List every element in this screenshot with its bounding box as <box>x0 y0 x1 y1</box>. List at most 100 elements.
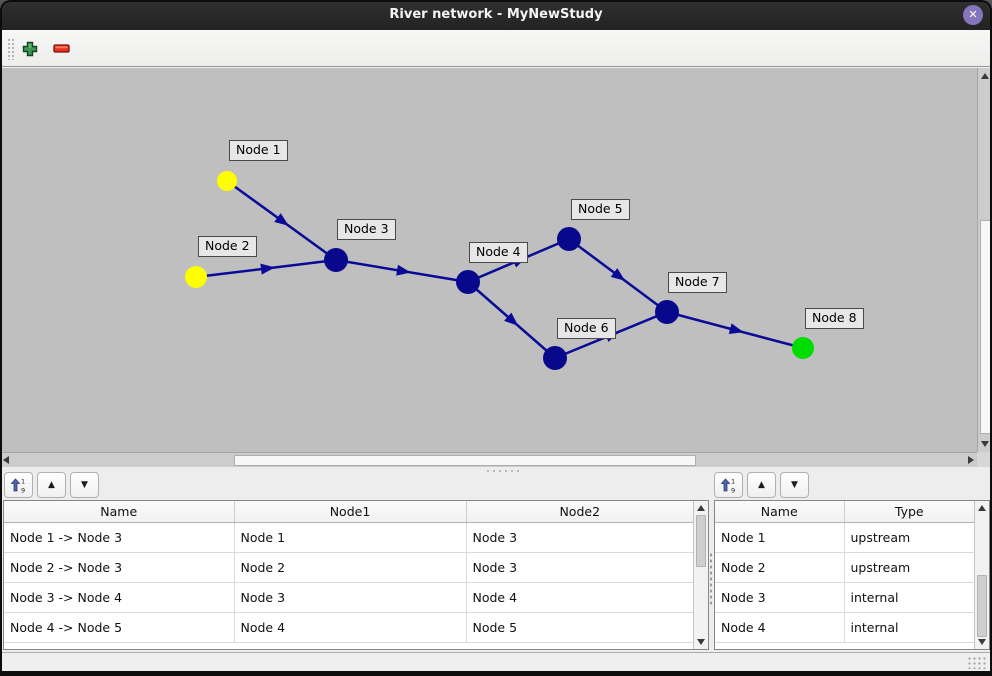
column-header-name[interactable]: Name <box>4 501 234 522</box>
table-cell[interactable]: Node 4 -> Node 5 <box>4 612 234 642</box>
svg-text:1: 1 <box>731 477 735 485</box>
table-cell[interactable]: Node 4 <box>715 612 844 642</box>
table-cell[interactable]: Node 4 <box>234 612 466 642</box>
table-row[interactable]: Node 1upstream <box>715 522 974 552</box>
table-cell[interactable]: Node 1 <box>715 522 844 552</box>
close-button[interactable]: ✕ <box>963 5 983 25</box>
resize-grip[interactable] <box>967 656 987 669</box>
nodes-sort-button[interactable]: 1 9 <box>714 472 743 498</box>
canvas-horizontal-scrollbar[interactable] <box>0 452 977 467</box>
table-controls-panel: 1 9 ▲ ▼ 1 9 ▲ ▼ <box>0 467 992 500</box>
graph-node[interactable] <box>217 171 237 191</box>
table-row[interactable]: Node 2upstream <box>715 552 974 582</box>
graph-node[interactable] <box>557 227 581 251</box>
table-cell[interactable]: upstream <box>844 552 974 582</box>
table-cell[interactable]: Node 2 <box>715 552 844 582</box>
table-cell[interactable]: Node 2 <box>234 552 466 582</box>
table-cell[interactable]: Node 4 <box>466 582 693 612</box>
window-bottom-edge <box>0 671 992 676</box>
node-label[interactable]: Node 5 <box>571 199 630 220</box>
nodes-table-scrollbar[interactable] <box>974 501 989 649</box>
table-cell[interactable]: internal <box>844 612 974 642</box>
node-label[interactable]: Node 2 <box>198 236 257 257</box>
node-label[interactable]: Node 3 <box>337 219 396 240</box>
scroll-up-icon[interactable] <box>978 505 986 511</box>
column-header-node1[interactable]: Node1 <box>234 501 466 522</box>
edges-move-up-button[interactable]: ▲ <box>37 472 66 498</box>
down-arrow-icon: ▼ <box>81 480 88 490</box>
edges-move-down-button[interactable]: ▼ <box>70 472 99 498</box>
nodes-move-down-button[interactable]: ▼ <box>780 472 809 498</box>
scroll-right-icon[interactable] <box>968 456 974 464</box>
table-row[interactable]: Node 4 -> Node 5Node 4Node 5 <box>4 612 693 642</box>
scroll-down-icon[interactable] <box>697 639 705 645</box>
table-row[interactable]: Node 3 -> Node 4Node 3Node 4 <box>4 582 693 612</box>
flow-direction-arrow-icon <box>729 323 744 334</box>
vertical-scroll-thumb[interactable] <box>980 220 991 434</box>
sort-ascending-icon: 1 9 <box>10 477 27 494</box>
graph-node[interactable] <box>324 248 348 272</box>
horizontal-scroll-thumb[interactable] <box>234 455 696 466</box>
node-label[interactable]: Node 6 <box>557 318 616 339</box>
splitter-handle[interactable] <box>485 469 519 473</box>
node-label[interactable]: Node 4 <box>469 242 528 263</box>
column-header-name[interactable]: Name <box>715 501 844 522</box>
node-label[interactable]: Node 7 <box>668 272 727 293</box>
table-row[interactable]: Node 1 -> Node 3Node 1Node 3 <box>4 522 693 552</box>
table-header-row: Name Type <box>715 501 974 522</box>
column-header-node2[interactable]: Node2 <box>466 501 693 522</box>
sort-ascending-icon: 1 9 <box>720 477 737 494</box>
column-header-type[interactable]: Type <box>844 501 974 522</box>
flow-direction-arrow-icon <box>260 264 275 275</box>
table-cell[interactable]: Node 3 -> Node 4 <box>4 582 234 612</box>
title-bar: River network - MyNewStudy ✕ <box>0 0 992 30</box>
close-icon: ✕ <box>968 8 977 21</box>
plus-icon <box>22 41 38 57</box>
table-cell[interactable]: Node 1 <box>234 522 466 552</box>
flow-direction-arrow-icon <box>274 213 289 226</box>
graph-node[interactable] <box>456 270 480 294</box>
nodes-move-up-button[interactable]: ▲ <box>747 472 776 498</box>
up-arrow-icon: ▲ <box>48 480 55 490</box>
scroll-down-icon[interactable] <box>981 441 989 447</box>
table-row[interactable]: Node 4internal <box>715 612 974 642</box>
toolbar-grip-handle[interactable] <box>7 38 15 60</box>
flow-direction-arrow-icon <box>611 268 626 281</box>
graph-node[interactable] <box>655 300 679 324</box>
node-label[interactable]: Node 1 <box>229 140 288 161</box>
table-row[interactable]: Node 2 -> Node 3Node 2Node 3 <box>4 552 693 582</box>
up-arrow-icon: ▲ <box>758 480 765 490</box>
graph-node[interactable] <box>543 346 567 370</box>
remove-node-button[interactable] <box>50 37 74 61</box>
scroll-left-icon[interactable] <box>3 456 9 464</box>
table-cell[interactable]: Node 3 <box>715 582 844 612</box>
tables-splitter-handle[interactable] <box>709 552 713 606</box>
scroll-thumb[interactable] <box>696 515 706 567</box>
flow-direction-arrow-icon <box>396 265 411 276</box>
table-cell[interactable]: Node 3 <box>466 552 693 582</box>
table-header-row: Name Node1 Node2 <box>4 501 693 522</box>
table-cell[interactable]: upstream <box>844 522 974 552</box>
scrollbar-corner <box>977 452 992 467</box>
canvas-vertical-scrollbar[interactable] <box>977 68 992 452</box>
graph-node[interactable] <box>792 337 814 359</box>
scroll-down-icon[interactable] <box>978 639 986 645</box>
edges-table: Name Node1 Node2 Node 1 -> Node 3Node 1N… <box>3 500 709 650</box>
table-cell[interactable]: Node 5 <box>466 612 693 642</box>
add-node-button[interactable] <box>18 37 42 61</box>
table-cell[interactable]: Node 3 <box>466 522 693 552</box>
table-cell[interactable]: Node 3 <box>234 582 466 612</box>
edges-table-scrollbar[interactable] <box>693 501 708 649</box>
node-label[interactable]: Node 8 <box>805 308 864 329</box>
table-row[interactable]: Node 3internal <box>715 582 974 612</box>
scroll-thumb[interactable] <box>977 575 987 637</box>
down-arrow-icon: ▼ <box>791 480 798 490</box>
edges-sort-button[interactable]: 1 9 <box>4 472 33 498</box>
table-cell[interactable]: internal <box>844 582 974 612</box>
scroll-up-icon[interactable] <box>697 505 705 511</box>
table-cell[interactable]: Node 1 -> Node 3 <box>4 522 234 552</box>
scroll-up-icon[interactable] <box>981 73 989 79</box>
graph-node[interactable] <box>185 266 207 288</box>
network-canvas[interactable]: Node 1 Node 2 Node 3 Node 4 Node 5 Node 6 Node… <box>0 68 977 452</box>
table-cell[interactable]: Node 2 -> Node 3 <box>4 552 234 582</box>
